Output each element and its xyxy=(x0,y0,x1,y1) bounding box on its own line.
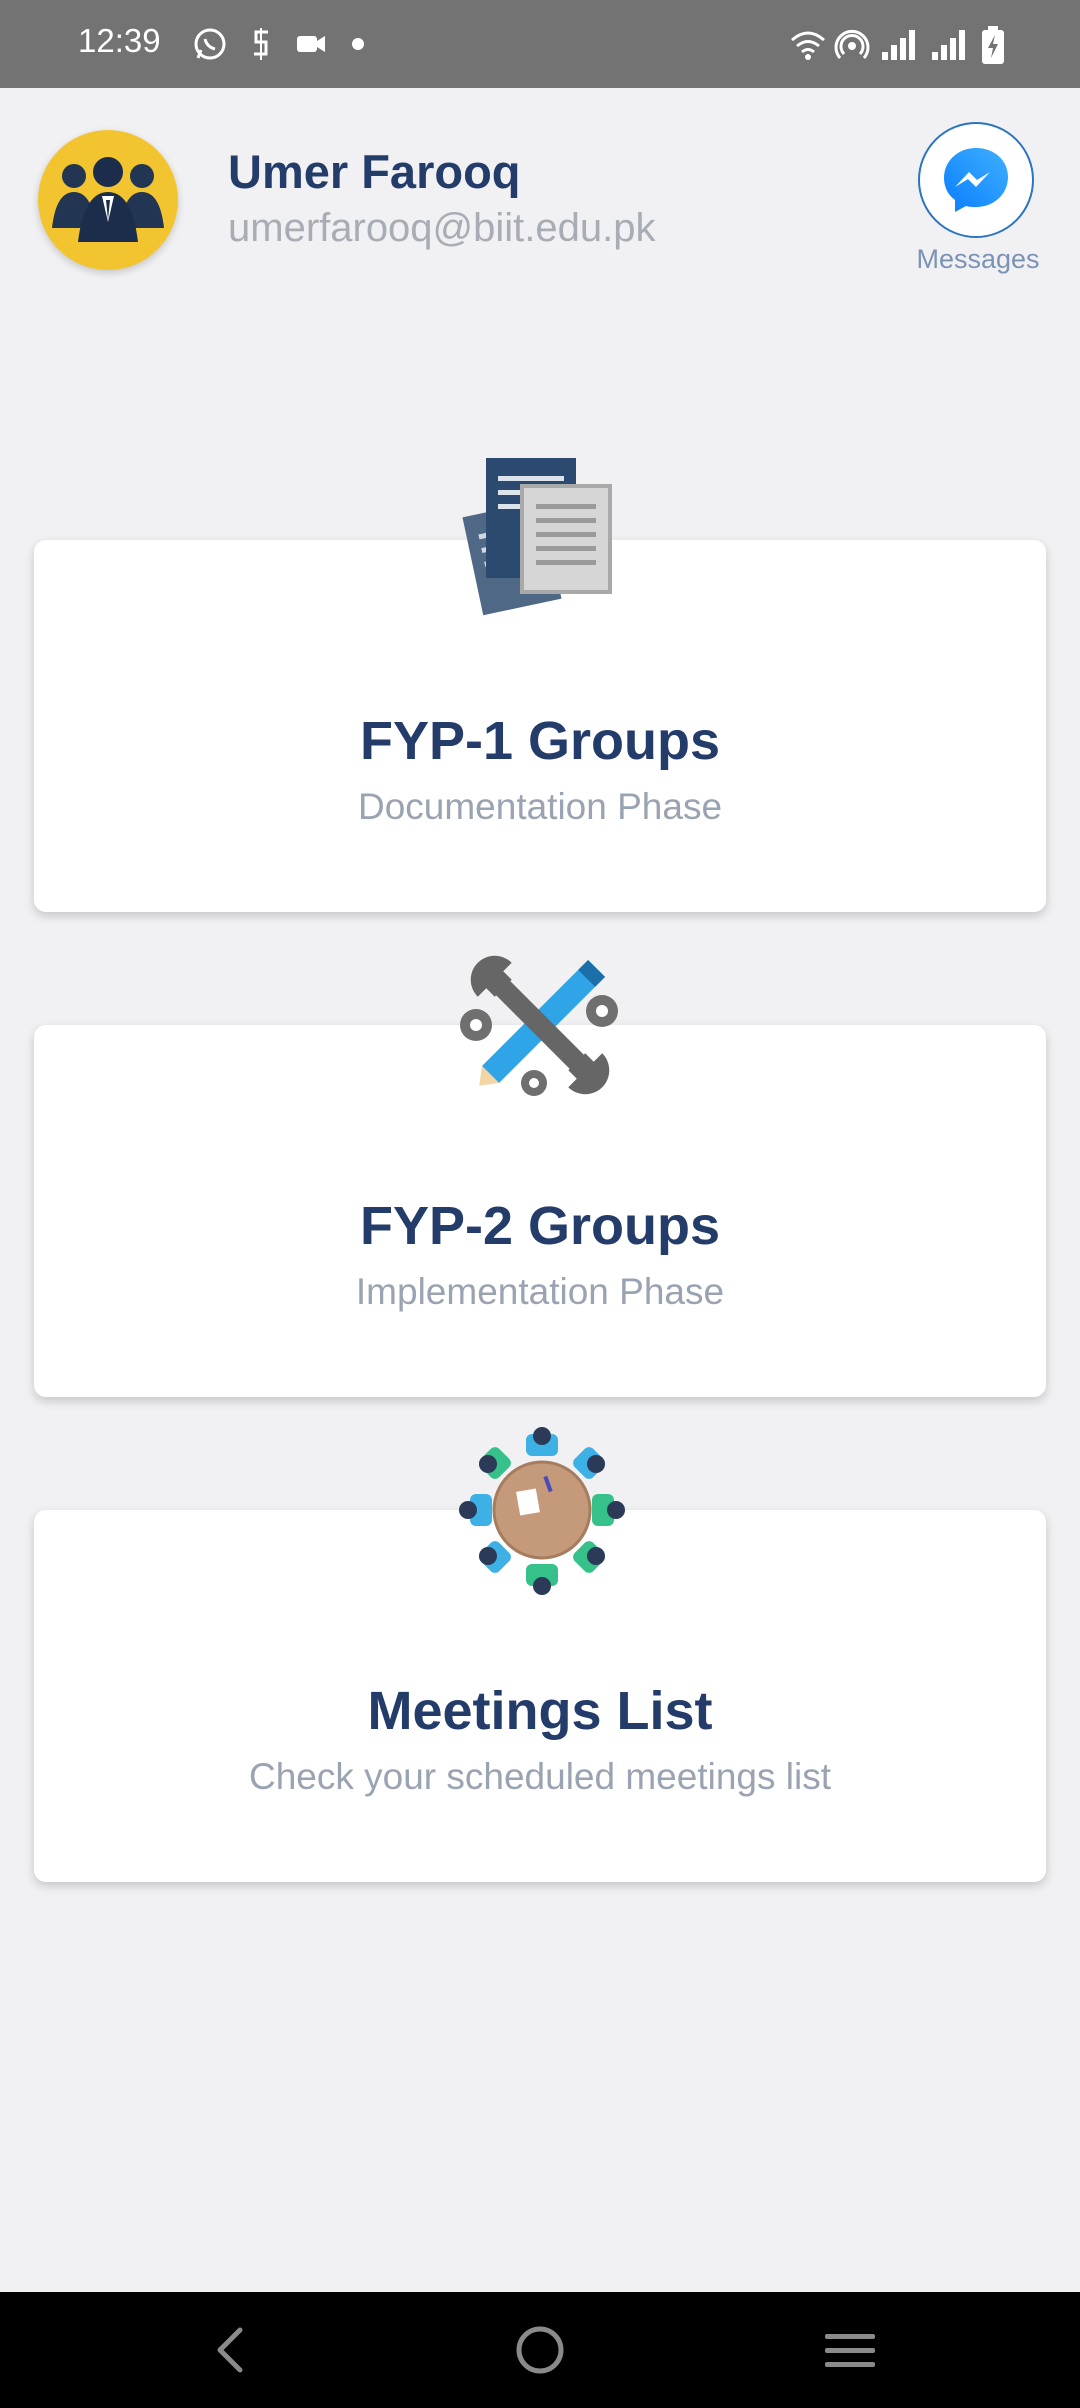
status-time: 12:39 xyxy=(78,22,161,59)
card-title: FYP-2 Groups xyxy=(359,1196,721,1256)
documents-icon xyxy=(462,458,612,616)
recents-icon[interactable] xyxy=(815,2320,885,2380)
back-icon[interactable] xyxy=(196,2320,266,2380)
wifi-icon xyxy=(791,31,825,60)
battery-charging-icon xyxy=(982,26,1004,64)
tools-icon xyxy=(460,955,618,1096)
navigation-bar xyxy=(0,2292,1080,2408)
hotspot-icon xyxy=(834,29,870,59)
card-title: FYP-1 Groups xyxy=(359,711,721,771)
card-subtitle: Documentation Phase xyxy=(357,786,723,827)
meeting-table-icon xyxy=(459,1427,625,1595)
whatsapp-icon xyxy=(194,28,226,60)
app-icon xyxy=(254,28,268,60)
home-icon[interactable] xyxy=(505,2320,575,2380)
messages-button[interactable] xyxy=(918,122,1034,238)
avatar[interactable] xyxy=(38,130,178,270)
messages-label[interactable]: Messages xyxy=(898,244,1058,275)
profile-header: Umer Farooq umerfarooq@biit.edu.pk Messa… xyxy=(0,88,1080,308)
messenger-icon xyxy=(944,148,1008,212)
signal-icon xyxy=(932,30,965,60)
signal-icon xyxy=(882,30,915,60)
dot-icon xyxy=(352,38,364,50)
user-name: Umer Farooq xyxy=(228,145,521,198)
card-title: Meetings List xyxy=(367,1681,713,1741)
status-bar: 12:39 xyxy=(0,0,1080,88)
card-subtitle: Implementation Phase xyxy=(355,1271,725,1312)
user-email: umerfarooq@biit.edu.pk xyxy=(228,206,656,250)
video-icon xyxy=(297,36,325,52)
group-avatar-icon xyxy=(52,157,164,242)
card-subtitle: Check your scheduled meetings list xyxy=(248,1756,831,1797)
